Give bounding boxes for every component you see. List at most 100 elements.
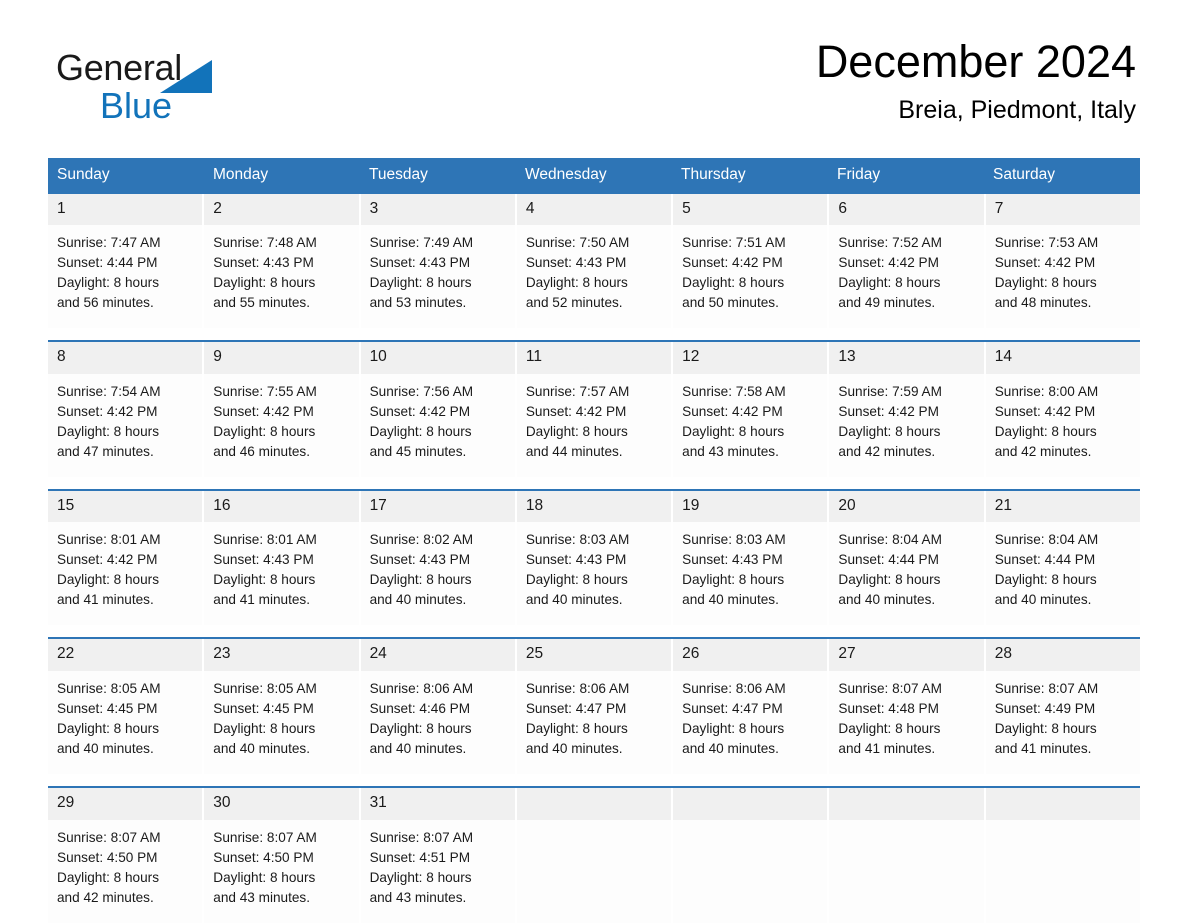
sunset-text: Sunset: 4:50 PM — [213, 849, 314, 865]
day-cell[interactable]: Sunrise: 8:04 AM Sunset: 4:44 PM Dayligh… — [985, 522, 1140, 626]
daylight-text-line1: Daylight: 8 hours — [369, 572, 472, 588]
sunset-text: Sunset: 4:42 PM — [369, 403, 471, 419]
daylight-text-line2: and 41 minutes. — [838, 740, 936, 756]
sunrise-text: Sunrise: 7:58 AM — [682, 383, 786, 399]
day-number: 29 — [48, 787, 203, 820]
day-cell[interactable]: Sunrise: 7:49 AM Sunset: 4:43 PM Dayligh… — [360, 225, 515, 329]
day-number: 12 — [673, 342, 828, 374]
logo-text-general: General — [56, 47, 182, 88]
weekday-sunday: Sunday — [57, 166, 110, 183]
sunset-text: Sunset: 4:42 PM — [213, 403, 314, 419]
day-cell[interactable]: Sunrise: 7:48 AM Sunset: 4:43 PM Dayligh… — [204, 225, 359, 329]
sunset-text: Sunset: 4:45 PM — [57, 700, 158, 716]
daylight-text-line2: and 40 minutes. — [682, 740, 779, 756]
day-cell[interactable]: Sunrise: 7:51 AM Sunset: 4:42 PM Dayligh… — [673, 225, 828, 329]
day-number-strip: 15 16 17 18 19 20 21 — [48, 490, 1140, 523]
sunrise-text: Sunrise: 7:59 AM — [838, 383, 942, 399]
day-number: 17 — [360, 490, 515, 523]
day-cell[interactable]: Sunrise: 8:07 AM Sunset: 4:50 PM Dayligh… — [48, 819, 203, 923]
week-gap — [48, 773, 1140, 786]
daylight-text-line1: Daylight: 8 hours — [213, 423, 316, 439]
page-subtitle: Breia, Piedmont, Italy — [898, 96, 1136, 125]
day-cell[interactable]: Sunrise: 8:04 AM Sunset: 4:44 PM Dayligh… — [829, 522, 984, 626]
day-cell[interactable]: Sunrise: 8:01 AM Sunset: 4:42 PM Dayligh… — [48, 522, 203, 626]
sunset-text: Sunset: 4:43 PM — [369, 255, 471, 271]
day-number: 9 — [204, 342, 359, 374]
daylight-text-line2: and 43 minutes. — [369, 889, 467, 905]
day-number: 5 — [673, 193, 828, 226]
day-cell[interactable]: Sunrise: 8:00 AM Sunset: 4:42 PM Dayligh… — [985, 373, 1140, 477]
day-number: 28 — [985, 639, 1140, 671]
day-detail-strip: Sunrise: 7:54 AM Sunset: 4:42 PM Dayligh… — [48, 373, 1140, 477]
general-blue-logo[interactable]: General Blue — [56, 47, 256, 124]
sunrise-text: Sunrise: 8:03 AM — [682, 532, 786, 548]
day-cell[interactable]: Sunrise: 8:06 AM Sunset: 4:47 PM Dayligh… — [673, 670, 828, 774]
week-gap — [48, 476, 1140, 489]
sunset-text: Sunset: 4:42 PM — [682, 403, 783, 419]
day-cell[interactable]: Sunrise: 8:06 AM Sunset: 4:47 PM Dayligh… — [516, 670, 672, 774]
daylight-text-line2: and 40 minutes. — [57, 740, 154, 756]
day-cell[interactable]: Sunrise: 7:59 AM Sunset: 4:42 PM Dayligh… — [829, 373, 984, 477]
week-row: 1 2 3 4 5 6 7 Sunrise: 7:47 AM Sunset: 4… — [48, 193, 1140, 329]
sunset-text: Sunset: 4:50 PM — [57, 849, 158, 865]
daylight-text-line2: and 43 minutes. — [213, 889, 311, 905]
daylight-text-line2: and 40 minutes. — [369, 592, 467, 608]
sunset-text: Sunset: 4:43 PM — [213, 255, 314, 271]
week-row: 22 23 24 25 26 27 28 Sunrise: 8:05 AM Su… — [48, 625, 1140, 774]
day-number: 8 — [48, 342, 203, 374]
daylight-text-line2: and 48 minutes. — [994, 295, 1092, 311]
sunset-text: Sunset: 4:44 PM — [57, 255, 158, 271]
day-cell[interactable]: Sunrise: 8:07 AM Sunset: 4:48 PM Dayligh… — [829, 670, 984, 774]
daylight-text-line1: Daylight: 8 hours — [838, 720, 941, 736]
day-cell[interactable]: Sunrise: 8:06 AM Sunset: 4:46 PM Dayligh… — [360, 670, 515, 774]
day-cell[interactable]: Sunrise: 8:05 AM Sunset: 4:45 PM Dayligh… — [204, 670, 359, 774]
day-cell[interactable]: Sunrise: 7:57 AM Sunset: 4:42 PM Dayligh… — [516, 373, 672, 477]
weekday-saturday: Saturday — [993, 166, 1056, 183]
daylight-text-line1: Daylight: 8 hours — [838, 275, 941, 291]
sunrise-text: Sunrise: 7:49 AM — [369, 235, 474, 251]
daylight-text-line1: Daylight: 8 hours — [682, 423, 785, 439]
day-cell[interactable]: Sunrise: 8:02 AM Sunset: 4:43 PM Dayligh… — [360, 522, 515, 626]
day-cell[interactable]: Sunrise: 8:05 AM Sunset: 4:45 PM Dayligh… — [48, 670, 203, 774]
sunset-text: Sunset: 4:44 PM — [838, 552, 939, 568]
day-cell[interactable]: Sunrise: 7:54 AM Sunset: 4:42 PM Dayligh… — [48, 373, 203, 477]
sunset-text: Sunset: 4:42 PM — [838, 255, 939, 271]
day-cell[interactable]: Sunrise: 7:53 AM Sunset: 4:42 PM Dayligh… — [985, 225, 1140, 329]
sunrise-text: Sunrise: 7:56 AM — [369, 383, 474, 399]
day-cell[interactable]: Sunrise: 7:50 AM Sunset: 4:43 PM Dayligh… — [516, 225, 672, 329]
day-cell[interactable]: Sunrise: 8:07 AM Sunset: 4:51 PM Dayligh… — [360, 819, 515, 923]
day-cell[interactable]: Sunrise: 8:07 AM Sunset: 4:49 PM Dayligh… — [985, 670, 1140, 774]
daylight-text-line2: and 55 minutes. — [213, 295, 311, 311]
sunrise-text: Sunrise: 8:07 AM — [213, 829, 317, 845]
sunrise-text: Sunrise: 8:06 AM — [525, 680, 630, 696]
day-cell[interactable]: Sunrise: 8:03 AM Sunset: 4:43 PM Dayligh… — [516, 522, 672, 626]
day-number: 10 — [360, 342, 515, 374]
daylight-text-line2: and 41 minutes. — [994, 740, 1092, 756]
sunset-text: Sunset: 4:42 PM — [57, 403, 158, 419]
day-cell[interactable]: Sunrise: 7:58 AM Sunset: 4:42 PM Dayligh… — [673, 373, 828, 477]
daylight-text-line2: and 56 minutes. — [57, 295, 154, 311]
daylight-text-line2: and 44 minutes. — [525, 443, 623, 459]
sunset-text: Sunset: 4:42 PM — [838, 403, 939, 419]
day-number: 27 — [829, 639, 984, 671]
daylight-text-line1: Daylight: 8 hours — [369, 275, 472, 291]
daylight-text-line1: Daylight: 8 hours — [213, 275, 316, 291]
day-number-empty — [829, 787, 984, 820]
daylight-text-line2: and 45 minutes. — [369, 443, 467, 459]
day-cell[interactable]: Sunrise: 8:03 AM Sunset: 4:43 PM Dayligh… — [673, 522, 828, 626]
day-number: 4 — [516, 193, 672, 226]
sunrise-text: Sunrise: 8:07 AM — [994, 680, 1099, 696]
daylight-text-line1: Daylight: 8 hours — [525, 275, 628, 291]
sunrise-text: Sunrise: 8:06 AM — [682, 680, 786, 696]
sunset-text: Sunset: 4:42 PM — [994, 255, 1096, 271]
day-cell[interactable]: Sunrise: 7:47 AM Sunset: 4:44 PM Dayligh… — [48, 225, 203, 329]
day-cell[interactable]: Sunrise: 7:56 AM Sunset: 4:42 PM Dayligh… — [360, 373, 515, 477]
daylight-text-line1: Daylight: 8 hours — [994, 423, 1097, 439]
day-cell[interactable]: Sunrise: 8:07 AM Sunset: 4:50 PM Dayligh… — [204, 819, 359, 923]
daylight-text-line1: Daylight: 8 hours — [369, 423, 472, 439]
day-cell[interactable]: Sunrise: 8:01 AM Sunset: 4:43 PM Dayligh… — [204, 522, 359, 626]
day-cell[interactable]: Sunrise: 7:55 AM Sunset: 4:42 PM Dayligh… — [204, 373, 359, 477]
daylight-text-line1: Daylight: 8 hours — [57, 720, 160, 736]
day-cell[interactable]: Sunrise: 7:52 AM Sunset: 4:42 PM Dayligh… — [829, 225, 984, 329]
day-number: 25 — [516, 639, 672, 671]
